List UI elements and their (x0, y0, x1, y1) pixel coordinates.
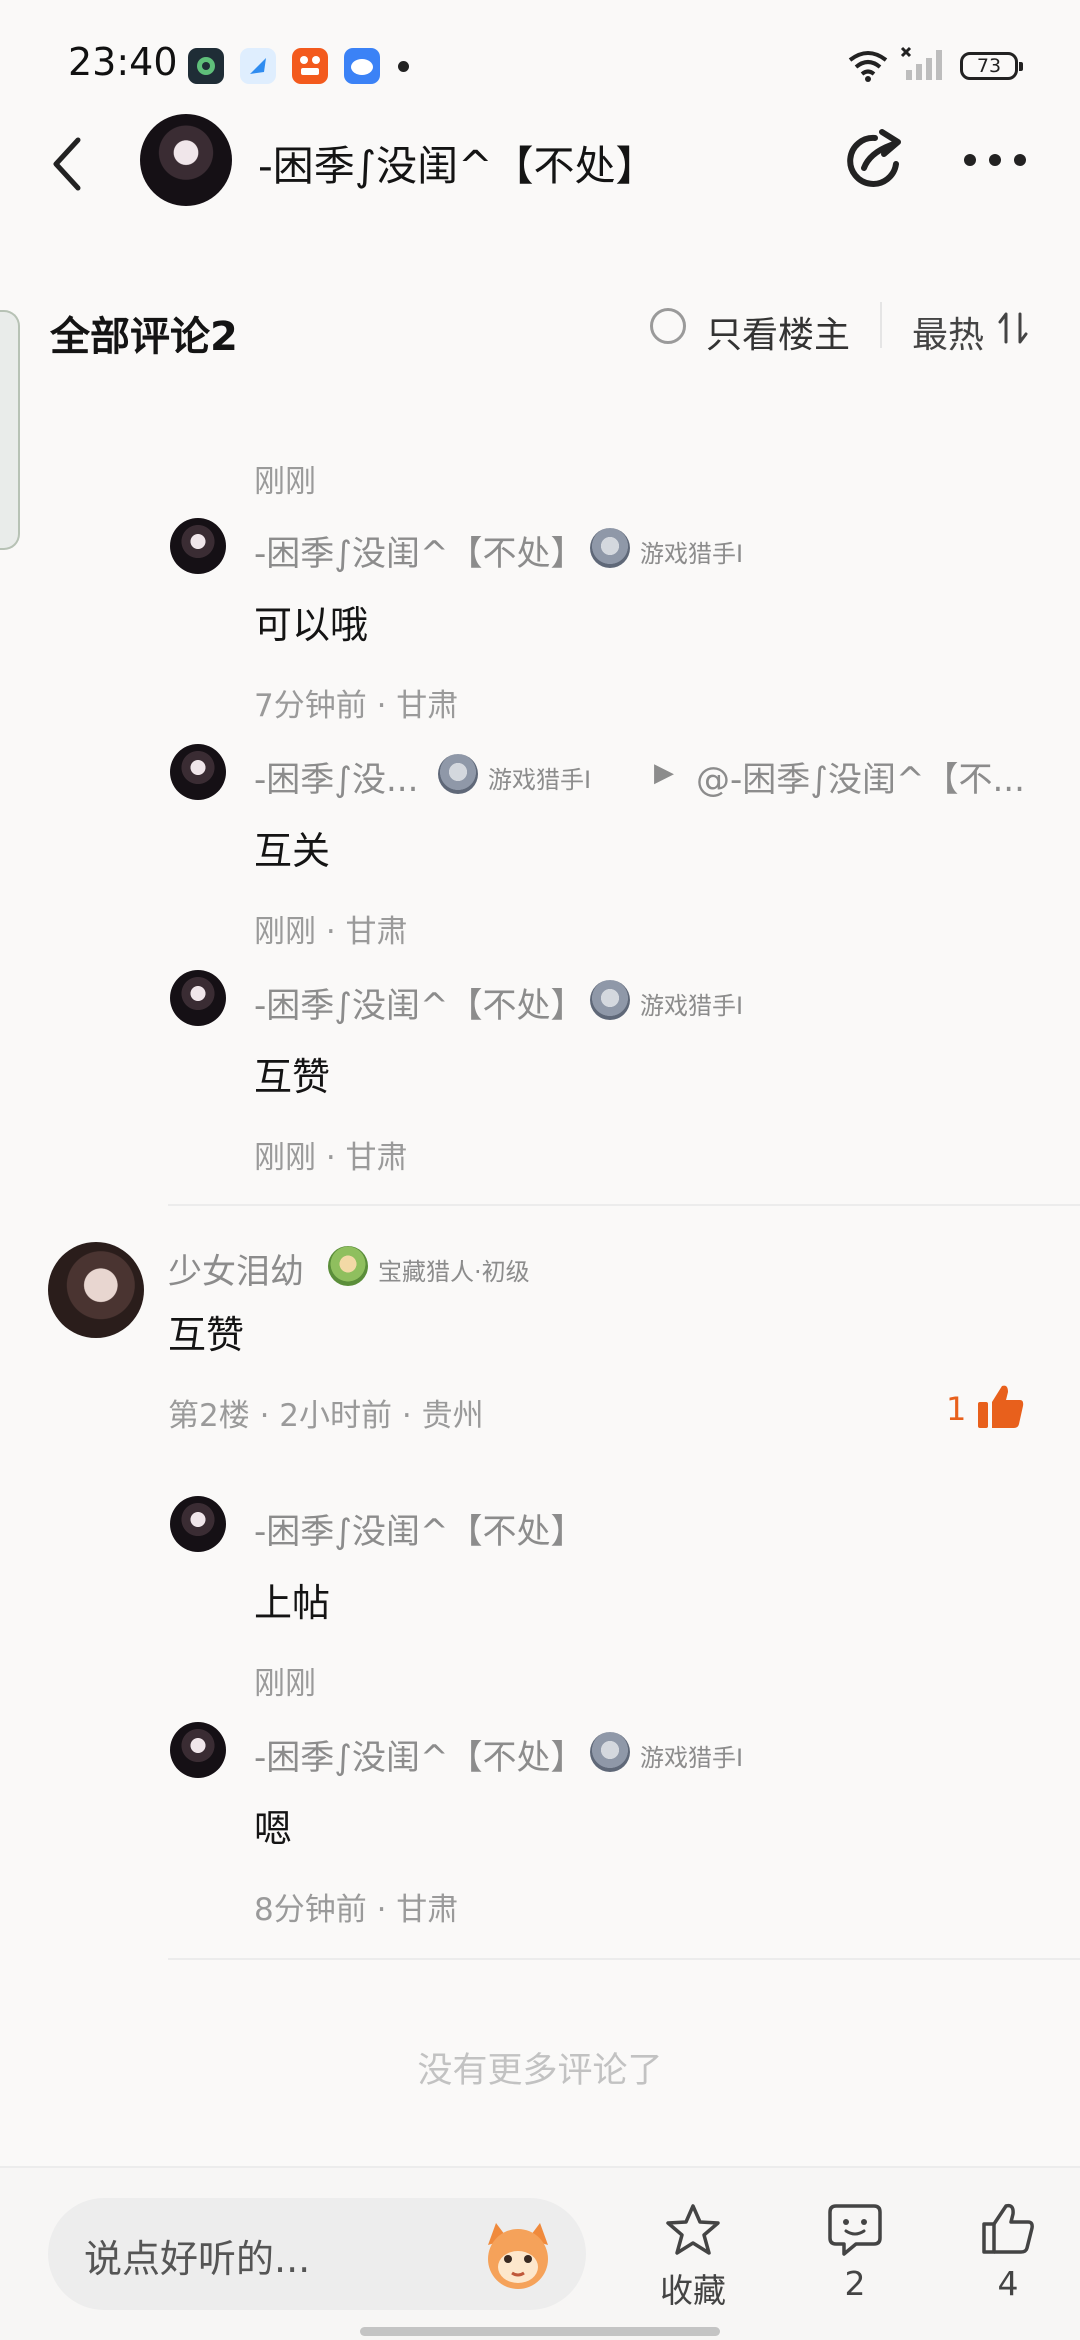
reply-avatar[interactable] (170, 970, 226, 1026)
app-icon-3 (292, 48, 328, 84)
reply-text[interactable]: 可以哦 (254, 594, 368, 649)
thumbs-up-icon[interactable] (980, 2200, 1036, 2256)
page-title[interactable]: -困季∫没闺^【不处】 (258, 132, 657, 192)
header-divider (880, 302, 882, 348)
status-time: 23:40 (68, 40, 178, 84)
comment-bubble-icon[interactable] (826, 2200, 884, 2258)
badge-label: 游戏猎手I (640, 992, 744, 1020)
only-op-radio[interactable] (650, 308, 686, 344)
reply-avatar[interactable] (170, 518, 226, 574)
app-icon-4 (344, 48, 380, 84)
badge-label: 游戏猎手I (640, 540, 744, 568)
app-icon-1 (188, 48, 224, 84)
comment-count[interactable]: 2 (795, 2264, 915, 2303)
mascot-emoji-icon[interactable] (478, 2215, 558, 2295)
game-hunter-badge-icon (590, 980, 630, 1020)
badge-label: 游戏猎手I (640, 1744, 744, 1772)
comment-text[interactable]: 互赞 (168, 1304, 244, 1359)
comments-title: 全部评论2 (50, 314, 238, 360)
comment-divider (168, 1958, 1080, 1960)
reply-to-arrow-icon: ▶ (654, 758, 674, 788)
home-indicator[interactable] (360, 2327, 720, 2336)
star-icon[interactable] (664, 2202, 722, 2258)
comment-divider (168, 1204, 1080, 1206)
favorite-label[interactable]: 收藏 (633, 2264, 753, 2312)
treasure-hunter-badge-icon (328, 1246, 368, 1286)
reply-text[interactable]: 嗯 (254, 1798, 292, 1853)
header-avatar[interactable] (140, 114, 232, 206)
reply-avatar[interactable] (170, 744, 226, 800)
more-icon[interactable] (962, 150, 1028, 170)
comment-avatar[interactable] (48, 1242, 144, 1338)
reply-meta: 刚刚 · 甘肃 (254, 914, 408, 950)
comment-username[interactable]: 少女泪幼 (168, 1244, 304, 1293)
reply-to-username[interactable]: @-困季∫没闺^【不... (696, 752, 1025, 801)
only-op-label[interactable]: 只看楼主 (706, 306, 850, 358)
battery-icon: 73 (960, 52, 1023, 80)
reply-meta: 7分钟前 · 甘肃 (254, 688, 459, 724)
reply-username[interactable]: -困季∫没闺^【不处】 (254, 1730, 584, 1779)
reply-avatar[interactable] (170, 1722, 226, 1778)
comment-time: 刚刚 (254, 464, 316, 500)
reply-username[interactable]: -困季∫没闺^【不处】 (254, 1504, 584, 1553)
wifi-icon (848, 51, 888, 82)
back-icon[interactable] (48, 136, 88, 192)
share-icon[interactable] (842, 128, 908, 194)
sort-icon[interactable] (996, 310, 1030, 346)
notification-dot (398, 61, 409, 72)
signal-icon (900, 46, 942, 80)
comment-meta: 第2楼 · 2小时前 · 贵州 (168, 1398, 484, 1434)
reply-username[interactable]: -困季∫没... (254, 752, 418, 801)
game-hunter-badge-icon (590, 1732, 630, 1772)
badge-label: 游戏猎手I (488, 766, 592, 794)
game-hunter-badge-icon (590, 528, 630, 568)
reply-avatar[interactable] (170, 1496, 226, 1552)
app-icon-2 (240, 48, 276, 84)
sort-button[interactable]: 最热 (912, 306, 984, 358)
reply-username[interactable]: -困季∫没闺^【不处】 (254, 526, 584, 575)
reply-text[interactable]: 上帖 (254, 1572, 330, 1627)
reply-meta: 刚刚 (254, 1666, 316, 1702)
reply-username[interactable]: -困季∫没闺^【不处】 (254, 978, 584, 1027)
badge-label: 宝藏猎人·初级 (378, 1258, 530, 1286)
thumbs-up-filled-icon[interactable] (976, 1382, 1026, 1432)
side-drawer-handle[interactable] (0, 310, 20, 550)
reply-meta: 刚刚 · 甘肃 (254, 1140, 408, 1176)
clipped-text-remnant (254, 400, 334, 410)
no-more-comments: 没有更多评论了 (417, 2051, 663, 2091)
reply-text[interactable]: 互赞 (254, 1046, 330, 1101)
like-count[interactable]: 4 (948, 2264, 1068, 2303)
comment-input-placeholder[interactable]: 说点好听的... (84, 2228, 310, 2283)
game-hunter-badge-icon (438, 754, 478, 794)
reply-meta: 8分钟前 · 甘肃 (254, 1892, 459, 1928)
reply-text[interactable]: 互关 (254, 820, 330, 875)
comment-like-count[interactable]: 1 (946, 1390, 966, 1428)
